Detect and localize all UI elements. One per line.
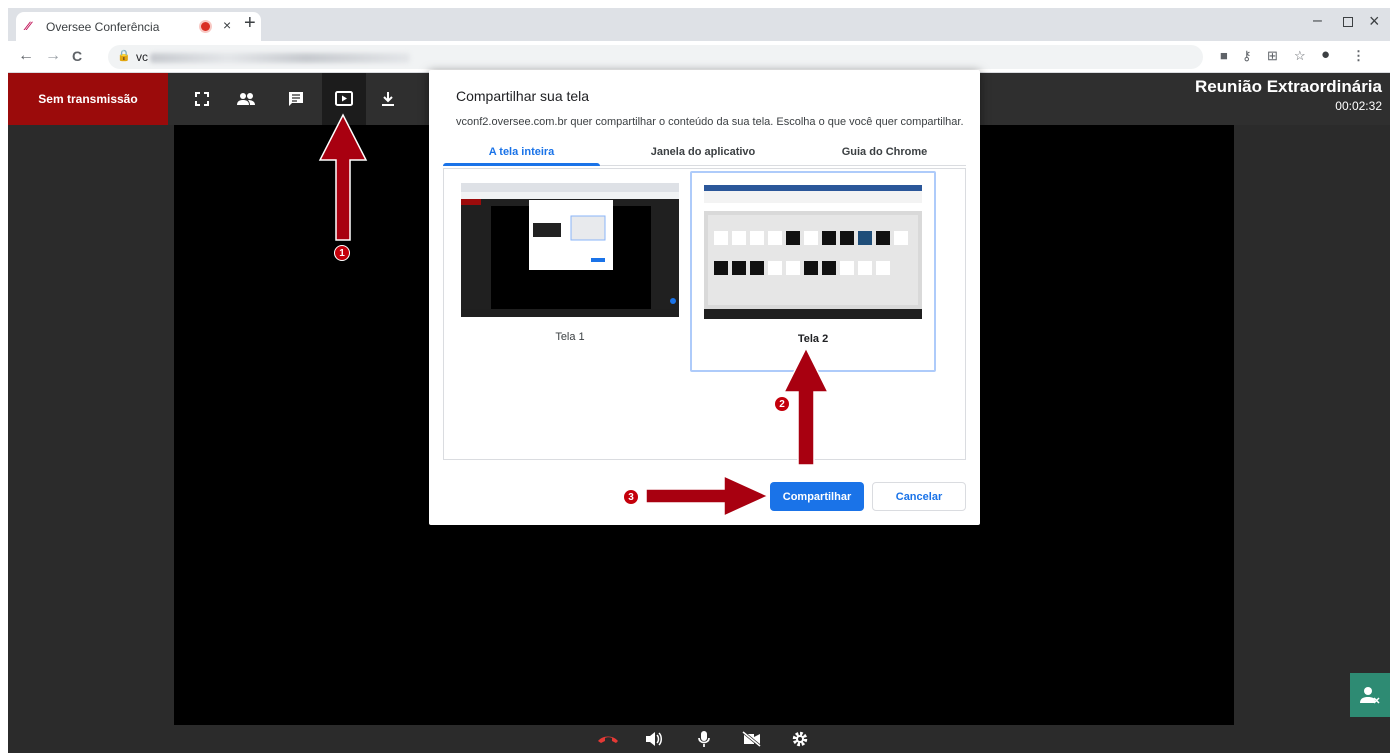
- minimize-button[interactable]: –: [1313, 12, 1322, 30]
- screen-2-label: Tela 2: [797, 333, 829, 345]
- download-icon[interactable]: [366, 73, 410, 125]
- screen-option-1[interactable]: Tela 1: [446, 171, 694, 371]
- browser-tab[interactable]: ∕∕ Oversee Conferência ×: [16, 12, 261, 41]
- selected-tab-indicator: [443, 163, 600, 166]
- hangup-icon[interactable]: [592, 725, 624, 753]
- participants-icon[interactable]: [224, 73, 268, 125]
- chat-icon[interactable]: [274, 73, 318, 125]
- settings-icon[interactable]: [784, 725, 816, 753]
- url-blurred: [150, 52, 410, 63]
- forward-button[interactable]: →: [45, 47, 61, 65]
- step-3-badge: 3: [623, 489, 639, 505]
- meeting-title: Reunião Extraordinária: [1194, 77, 1382, 96]
- tab-application-window[interactable]: Janela do aplicativo: [623, 146, 783, 158]
- share-screen-dialog: Compartilhar sua tela vconf2.oversee.com…: [429, 70, 980, 525]
- volume-icon[interactable]: [638, 725, 670, 753]
- screen-list: Tela 1 Tela 2: [443, 168, 966, 460]
- cancel-button[interactable]: Cancelar: [872, 482, 966, 511]
- recording-indicator-icon: [201, 22, 210, 31]
- maximize-button[interactable]: [1343, 17, 1353, 27]
- oversee-logo-icon: ∕∕: [26, 19, 31, 33]
- address-bar[interactable]: 🔒 vc: [108, 45, 1203, 69]
- remove-participant-button[interactable]: [1350, 673, 1390, 717]
- camera-indicator-icon[interactable]: ■: [1220, 48, 1228, 63]
- key-icon[interactable]: ⚷: [1242, 48, 1252, 64]
- url-text: vc: [136, 50, 410, 64]
- url-visible-part: vc: [136, 50, 148, 64]
- microphone-icon[interactable]: [688, 725, 720, 753]
- translate-icon[interactable]: ⊞: [1267, 48, 1278, 64]
- tab-entire-screen[interactable]: A tela inteira: [443, 146, 600, 158]
- reload-button[interactable]: C: [72, 48, 82, 64]
- tab-title: Oversee Conferência: [46, 20, 160, 34]
- share-button[interactable]: Compartilhar: [770, 482, 864, 511]
- fullscreen-icon[interactable]: [180, 73, 224, 125]
- call-controls: [8, 725, 1390, 753]
- broadcast-status-button[interactable]: Sem transmissão: [8, 73, 168, 125]
- menu-icon[interactable]: ⋮: [1352, 48, 1365, 64]
- tab-chrome-tab[interactable]: Guia do Chrome: [803, 146, 966, 158]
- screen-option-2[interactable]: Tela 2: [690, 171, 936, 372]
- camera-off-icon[interactable]: [736, 725, 768, 753]
- screen-share-icon[interactable]: [322, 73, 366, 125]
- bookmark-star-icon[interactable]: ☆: [1294, 48, 1306, 64]
- browser-toolbar: ← → C 🔒 vc ■ ⚷ ⊞ ☆ ● ⋮: [8, 41, 1390, 73]
- screen-1-thumbnail: [461, 183, 679, 317]
- close-window-button[interactable]: ×: [1369, 11, 1380, 32]
- step-2-badge: 2: [774, 396, 790, 412]
- screen-1-label: Tela 1: [555, 331, 585, 343]
- screen-2-thumbnail: [704, 185, 922, 319]
- elapsed-time: 00:02:32: [1335, 99, 1382, 113]
- step-1-badge: 1: [334, 245, 350, 261]
- new-tab-button[interactable]: +: [244, 12, 256, 35]
- tab-close-icon[interactable]: ×: [223, 17, 231, 33]
- dialog-description: vconf2.oversee.com.br quer compartilhar …: [456, 116, 964, 128]
- dialog-title: Compartilhar sua tela: [456, 88, 590, 104]
- tab-strip: ∕∕ Oversee Conferência × + – ×: [8, 8, 1390, 41]
- back-button[interactable]: ←: [18, 47, 34, 65]
- lock-icon: 🔒: [117, 50, 131, 62]
- share-source-tabs: A tela inteira Janela do aplicativo Guia…: [443, 144, 966, 166]
- profile-icon[interactable]: ●: [1321, 46, 1330, 63]
- person-remove-icon: [1360, 687, 1380, 704]
